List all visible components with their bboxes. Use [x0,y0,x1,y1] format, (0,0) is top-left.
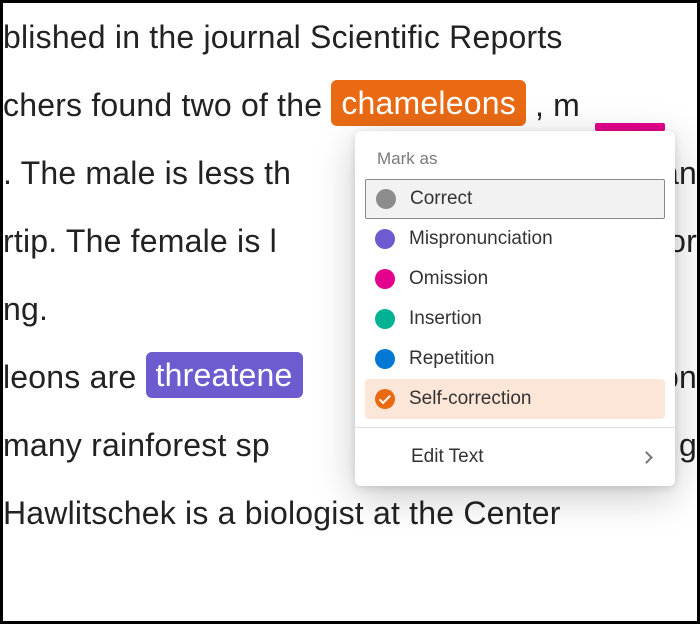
text-line: blished in the journal Scientific Report… [0,3,700,71]
mark-option-label: Insertion [409,308,482,330]
mark-option-label: Correct [410,188,472,210]
orange-dot-icon [375,389,395,409]
text-fragment: . The male is less th [3,139,291,207]
popup-divider [355,427,675,428]
teal-dot-icon [375,309,395,329]
mark-option-omission[interactable]: Omission [355,259,675,299]
mark-option-label: Omission [409,268,488,290]
mark-as-popup: Mark as Correct Mispronunciation Omission I… [355,131,675,486]
text-fragment: , m [535,87,580,123]
text-fragment: blished in the journal Scientific Report… [3,19,563,55]
popup-items: Correct Mispronunciation Omission Insertion… [355,179,675,419]
highlight-self-correction[interactable]: chameleons [331,80,526,126]
text-fragment: rtip. The female is l [3,207,277,275]
reading-progress-frame: blished in the journal Scientific Report… [0,0,700,624]
grey-dot-icon [376,189,396,209]
mark-option-insertion[interactable]: Insertion [355,299,675,339]
popup-title: Mark as [355,145,675,179]
mark-option-label: Mispronunciation [409,228,553,250]
mark-option-correct[interactable]: Correct [365,179,665,219]
mark-option-self-correction[interactable]: Self-correction [365,379,665,419]
edit-text-label: Edit Text [411,446,484,468]
mark-option-label: Repetition [409,348,495,370]
text-fragment: chers found two of the [3,87,331,123]
check-icon [378,392,390,404]
highlight-mispronunciation[interactable]: threatene [146,352,303,398]
blue-dot-icon [375,349,395,369]
text-line: Hawlitschek is a biologist at the Center [0,479,700,547]
edit-text-button[interactable]: Edit Text [355,436,675,480]
mark-option-repetition[interactable]: Repetition [355,339,675,379]
text-fragment: ng. [3,291,48,327]
mark-option-label: Self-correction [409,388,532,410]
mark-option-mispronunciation[interactable]: Mispronunciation [355,219,675,259]
text-fragment: leons are [3,359,146,395]
text-fragment: many rainforest sp [3,411,270,479]
omission-indicator[interactable] [595,123,665,131]
pink-dot-icon [375,269,395,289]
chevron-right-icon [640,451,653,464]
text-fragment: Hawlitschek is a biologist at the Center [3,495,561,531]
purple-dot-icon [375,229,395,249]
